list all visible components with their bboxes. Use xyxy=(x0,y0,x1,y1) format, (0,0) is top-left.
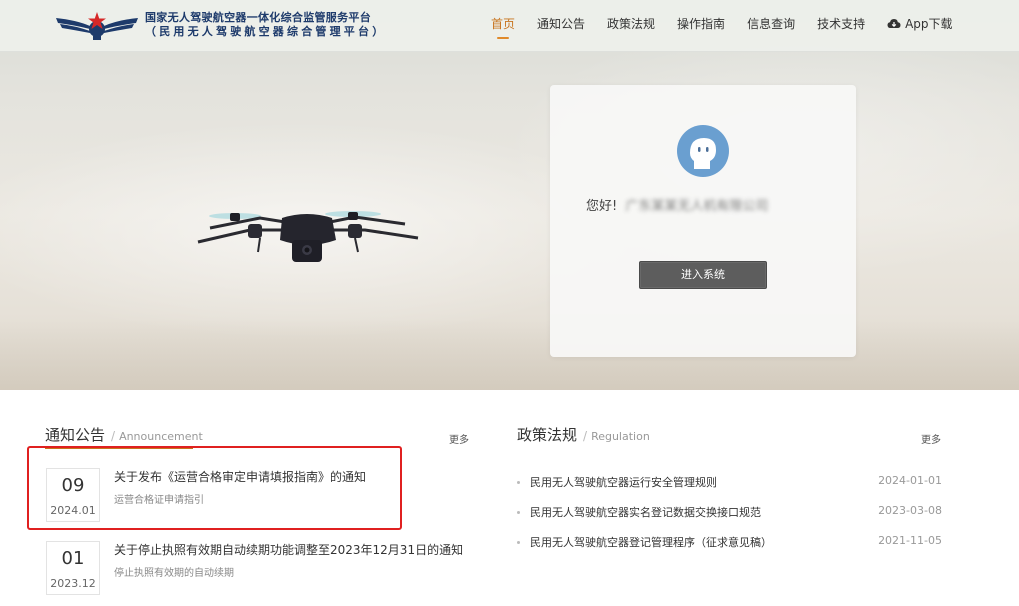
nav-policies[interactable]: 政策法规 xyxy=(607,0,655,52)
notices-title: 通知公告 xyxy=(45,426,106,444)
regulation-date: 2021-11-05 xyxy=(878,534,942,547)
regulation-title[interactable]: 民用无人驾驶航空器登记管理程序（征求意见稿） xyxy=(530,534,772,550)
regulations-heading: 政策法规 / Regulation xyxy=(517,426,650,444)
notices-subtitle: Announcement xyxy=(119,430,203,443)
regulation-item[interactable]: 民用无人驾驶航空器运行安全管理规则 2024-01-01 xyxy=(517,474,942,490)
greeting-text: 您好! 广东某某无人机有限公司 xyxy=(586,195,768,214)
nav-info-query[interactable]: 信息查询 xyxy=(747,0,795,52)
avatar xyxy=(677,125,729,177)
nav-tech-support[interactable]: 技术支持 xyxy=(817,0,865,52)
bullet-dot xyxy=(517,511,520,514)
regulations-more-link[interactable]: 更多 xyxy=(921,431,941,446)
nav-notices[interactable]: 通知公告 xyxy=(537,0,585,52)
regulation-item[interactable]: 民用无人驾驶航空器实名登记数据交换接口规范 2023-03-08 xyxy=(517,504,942,520)
regulation-item[interactable]: 民用无人驾驶航空器登记管理程序（征求意见稿） 2021-11-05 xyxy=(517,534,942,550)
notice-item[interactable]: 01 2023.12 关于停止执照有效期自动续期功能调整至2023年12月31日… xyxy=(46,541,466,597)
welcome-card: 您好! 广东某某无人机有限公司 进入系统 xyxy=(550,85,856,357)
nav-app-download[interactable]: App下载 xyxy=(887,0,953,52)
notice-date-box: 01 2023.12 xyxy=(46,541,100,595)
regulation-date: 2023-03-08 xyxy=(878,504,942,517)
highlight-box xyxy=(27,446,402,530)
bullet-dot xyxy=(517,541,520,544)
site-title-line2: （民用无人驾驶航空器综合管理平台） xyxy=(145,25,387,38)
greeting-prefix: 您好! xyxy=(586,199,618,214)
site-title: 国家无人驾驶航空器一体化综合监管服务平台 （民用无人驾驶航空器综合管理平台） xyxy=(145,11,386,39)
hero-banner xyxy=(0,0,1019,390)
nav-app-download-label: App下载 xyxy=(905,17,953,31)
regulations-subtitle: Regulation xyxy=(591,430,650,443)
top-header: 国家无人驾驶航空器一体化综合监管服务平台 （民用无人驾驶航空器综合管理平台） 首… xyxy=(0,0,1019,52)
civil-aviation-logo[interactable] xyxy=(56,10,138,42)
nav-guide[interactable]: 操作指南 xyxy=(677,0,725,52)
enter-system-button[interactable]: 进入系统 xyxy=(639,261,767,289)
notice-year-month: 2023.12 xyxy=(50,577,96,590)
main-nav: 首页 通知公告 政策法规 操作指南 信息查询 技术支持 App下载 xyxy=(480,0,964,52)
regulations-title: 政策法规 xyxy=(517,426,578,444)
regulation-title[interactable]: 民用无人驾驶航空器运行安全管理规则 xyxy=(530,474,717,490)
notice-title[interactable]: 关于停止执照有效期自动续期功能调整至2023年12月31日的通知 xyxy=(114,541,463,558)
username-redacted: 广东某某无人机有限公司 xyxy=(625,199,769,214)
bullet-dot xyxy=(517,481,520,484)
notices-more-link[interactable]: 更多 xyxy=(449,431,469,446)
notice-day: 01 xyxy=(61,548,85,569)
drone-image xyxy=(197,211,419,262)
regulation-title[interactable]: 民用无人驾驶航空器实名登记数据交换接口规范 xyxy=(530,504,761,520)
regulation-date: 2024-01-01 xyxy=(878,474,942,487)
notices-heading: 通知公告 / Announcement xyxy=(45,426,203,444)
notice-summary: 停止执照有效期的自动续期 xyxy=(114,568,234,579)
nav-home[interactable]: 首页 xyxy=(491,0,515,52)
cloud-download-icon xyxy=(887,18,901,28)
site-title-line1: 国家无人驾驶航空器一体化综合监管服务平台 xyxy=(145,11,371,24)
